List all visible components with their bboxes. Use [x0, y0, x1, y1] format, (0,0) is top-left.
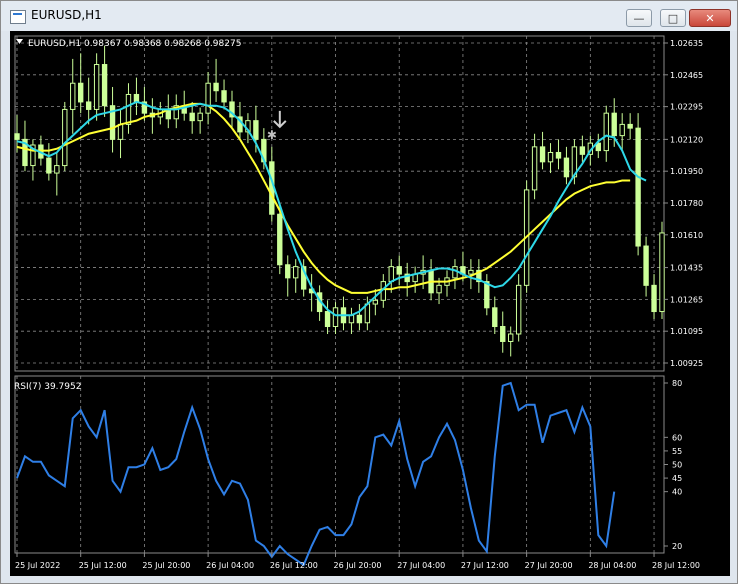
candle-body [125, 93, 132, 125]
candle-body [388, 266, 394, 283]
price-tick-label: 1.01435 [670, 264, 703, 273]
price-tick-label: 1.00925 [670, 359, 703, 368]
candle-body [452, 266, 458, 279]
candle-body [547, 151, 554, 163]
chart-window: EURUSD,H1 — □ ✕ ✱ 1.02635 1.02465 1.02295 1… [0, 0, 738, 584]
candle-body [579, 146, 586, 155]
rsi-tick-label: 55 [672, 447, 682, 456]
price-tick-label: 1.02465 [670, 71, 703, 80]
time-tick-label: 28 Jul 04:00 [588, 561, 636, 570]
candle-body [85, 101, 92, 110]
candle-body [356, 314, 363, 324]
price-tick-label: 1.01095 [670, 327, 703, 336]
rsi-tick-label: 40 [672, 488, 682, 497]
price-tick-label: 1.01610 [670, 231, 703, 240]
rsi-tick-label: 60 [672, 433, 682, 442]
candle-body [62, 108, 68, 167]
candle-body [619, 123, 625, 137]
trade-star-icon: ✱ [267, 128, 277, 142]
symbol-header: EURUSD,H1 0.98367 0.98368 0.98268 0.9827… [28, 39, 241, 49]
time-tick-label: 25 Jul 12:00 [79, 561, 127, 570]
time-tick-label: 25 Jul 2022 [15, 561, 60, 570]
candle-body [555, 151, 562, 159]
close-button[interactable]: ✕ [689, 9, 731, 27]
minimize-button[interactable]: — [626, 9, 652, 27]
candle-body [484, 281, 490, 309]
chart-svg[interactable]: ✱ 1.02635 1.02465 1.02295 1.02120 1.01950 1.0… [10, 31, 730, 576]
candle-body [213, 82, 219, 92]
candle-body [78, 82, 84, 103]
candle-body [531, 146, 538, 191]
candle-body [324, 311, 331, 328]
candle-body [70, 82, 76, 110]
candle-body [293, 266, 299, 279]
price-tick-label: 1.02295 [670, 103, 703, 112]
time-tick-label: 27 Jul 12:00 [461, 561, 509, 570]
candle-body [508, 333, 514, 342]
candle-body [197, 112, 203, 122]
price-tick-label: 1.01950 [670, 167, 703, 176]
chart-window-icon [10, 10, 26, 24]
candle-body [659, 232, 665, 313]
candle-body [253, 120, 259, 140]
candle-body [348, 314, 355, 324]
time-tick-label: 26 Jul 20:00 [334, 561, 382, 570]
candle-body [635, 127, 641, 247]
candle-body [93, 64, 100, 110]
price-tick-label: 1.02635 [670, 39, 703, 48]
candle-body [651, 284, 657, 313]
candle-body [611, 112, 617, 137]
time-tick-label: 28 Jul 12:00 [652, 561, 700, 570]
rsi-tick-label: 45 [672, 474, 682, 483]
time-tick-label: 25 Jul 20:00 [142, 561, 190, 570]
candle-body [563, 157, 570, 178]
time-tick-label: 26 Jul 04:00 [206, 561, 254, 570]
title-bar[interactable]: EURUSD,H1 — □ ✕ [1, 1, 737, 31]
candle-body [492, 307, 498, 328]
rsi-label: RSI(7) 39.7952 [14, 382, 81, 392]
candle-body [133, 93, 140, 103]
candle-body [46, 157, 52, 174]
price-tick-label: 1.01780 [670, 199, 703, 208]
candle-body [468, 269, 474, 275]
candle-body [603, 112, 609, 152]
candle-body [396, 266, 402, 275]
candle-body [332, 307, 339, 328]
time-tick-label: 26 Jul 12:00 [270, 561, 318, 570]
candle-body [101, 64, 108, 107]
rsi-tick-label: 80 [672, 379, 682, 388]
candle-body [54, 165, 60, 174]
candle-body [627, 123, 633, 129]
candle-body [285, 264, 291, 279]
window-title: EURUSD,H1 [31, 8, 102, 22]
candle-body [117, 123, 124, 140]
candle-body [500, 326, 506, 342]
price-tick-label: 1.02120 [670, 135, 703, 144]
rsi-tick-label: 20 [672, 542, 682, 551]
time-tick-label: 27 Jul 20:00 [525, 561, 573, 570]
chart-background [10, 31, 730, 576]
time-tick-label: 27 Jul 04:00 [397, 561, 445, 570]
candle-body [436, 284, 442, 294]
candle-body [372, 299, 379, 305]
candle-body [643, 245, 649, 286]
candle-body [515, 284, 522, 335]
candle-body [189, 112, 195, 122]
maximize-button[interactable]: □ [660, 9, 686, 27]
price-tick-label: 1.01265 [670, 295, 703, 304]
candle-body [277, 213, 283, 266]
rsi-tick-label: 50 [672, 461, 682, 470]
candle-body [205, 82, 211, 114]
candle-body [539, 146, 546, 163]
candle-body [221, 90, 227, 103]
chart-area[interactable]: ✱ 1.02635 1.02465 1.02295 1.02120 1.01950 1.0… [10, 31, 730, 576]
candle-body [14, 133, 20, 140]
